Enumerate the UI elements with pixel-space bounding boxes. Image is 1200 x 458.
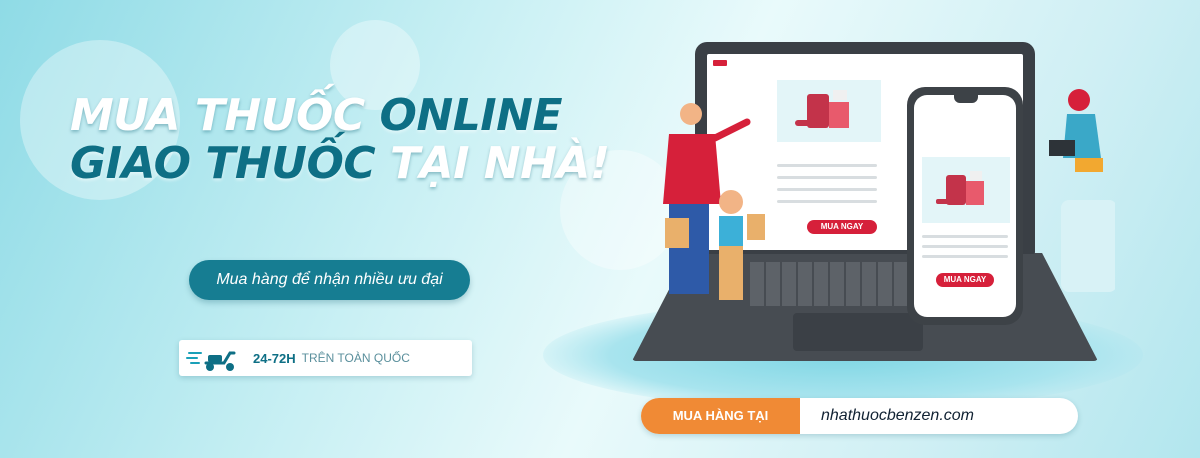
promo-banner[interactable]: MUA THUỐC ONLINE GIAO THUỐC TẠI NHÀ! Mua… [0,0,1200,458]
buy-now-button[interactable]: MUA NGAY [936,273,994,287]
shop-at-label: MUA HÀNG TẠI [641,398,800,434]
phone-notch [954,95,978,103]
headline-text: MUA THUỐC [70,90,365,141]
delivery-area: TRÊN TOÀN QUỐC [301,351,410,365]
product-image [922,157,1010,223]
text-line [777,176,877,179]
text-line [922,255,1008,258]
headline-text: GIAO THUỐC [70,138,376,189]
headline-line-2: GIAO THUỐC TẠI NHÀ! [70,140,610,188]
screen-logo-icon [713,60,727,66]
buy-now-button[interactable]: MUA NGAY [807,220,877,234]
laptop-touchpad [793,313,923,351]
delivery-time: 24-72H [253,350,296,366]
text-line [777,188,877,191]
delivery-badge: 24-72H TRÊN TOÀN QUỐC [179,340,472,376]
text-line [777,200,877,203]
shop-at-cta[interactable]: MUA HÀNG TẠI nhathuocbenzen.com [641,398,1078,434]
headline: MUA THUỐC ONLINE GIAO THUỐC TẠI NHÀ! [70,92,610,188]
scooter-icon [179,340,249,376]
text-line [922,235,1008,238]
promo-pill: Mua hàng để nhận nhiều ưu đại [189,260,470,300]
parent-and-child-illustration [655,100,767,315]
product-image [777,80,881,142]
headline-text: TẠI NHÀ! [390,138,610,189]
phone-screen: MUA NGAY [914,95,1016,317]
website-link[interactable]: nhathuocbenzen.com [821,398,974,434]
woman-with-laptop-illustration [1045,88,1117,293]
text-line [777,164,877,167]
phone-illustration: MUA NGAY [907,87,1023,325]
headline-text: ONLINE [379,90,563,141]
text-line [922,245,1008,248]
headline-line-1: MUA THUỐC ONLINE [70,92,610,140]
